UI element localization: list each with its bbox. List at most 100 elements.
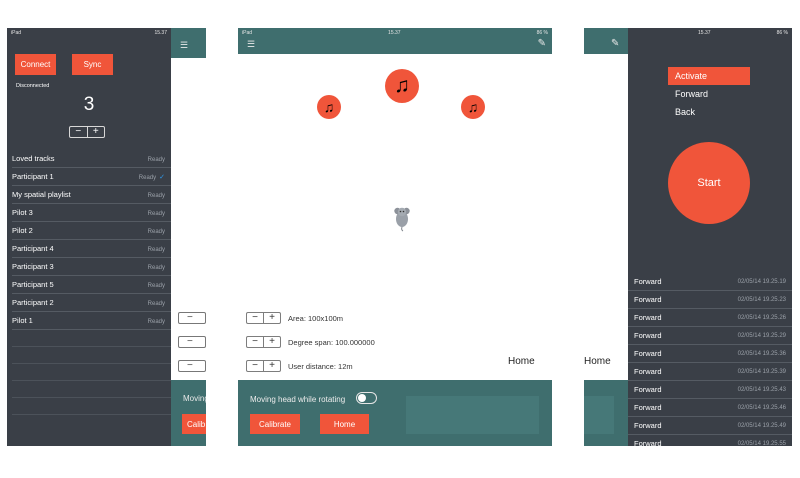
playlist-state: Ready xyxy=(147,301,165,307)
music-note-icon[interactable]: ♫ xyxy=(461,95,485,119)
increment-button[interactable]: + xyxy=(86,127,105,137)
screenshot-collage: iPad 15.37 Connect Sync Disconnected 3 −… xyxy=(0,0,800,478)
controller-screen: ✎ Home 15.37 86 % Activate Forward Back … xyxy=(584,28,792,446)
empty-row xyxy=(12,330,171,347)
degree-stepper[interactable]: − xyxy=(178,336,206,348)
area-control: − + Area: 100x100m xyxy=(246,311,343,325)
menu-item-back[interactable]: Back xyxy=(668,103,750,121)
log-row: Forward 02/05/14 19.25.55 xyxy=(628,435,792,446)
connection-status: Disconnected xyxy=(16,83,50,89)
log-timestamp: 02/05/14 19.25.55 xyxy=(737,440,786,447)
distance-control: − + User distance: 12m xyxy=(246,359,353,373)
log-row: Forward 02/05/14 19.25.26 xyxy=(628,309,792,327)
list-item[interactable]: Participant 4 Ready xyxy=(12,240,171,258)
playlist-state: Ready xyxy=(147,283,165,289)
playlist-state: Ready xyxy=(147,211,165,217)
log-action: Forward xyxy=(634,403,662,412)
sidebar: iPad 15.37 Connect Sync Disconnected 3 −… xyxy=(7,28,171,446)
clock-label: 15.37 xyxy=(154,30,167,36)
playlist-name: Participant 1 xyxy=(12,172,54,181)
home-link[interactable]: Home xyxy=(584,356,611,367)
log-action: Forward xyxy=(634,349,662,358)
empty-row xyxy=(12,398,171,415)
hamburger-icon[interactable]: ☰ xyxy=(247,39,255,50)
empty-row xyxy=(12,364,171,381)
music-note-icon[interactable]: ♫ xyxy=(317,95,341,119)
playlist-state: Ready xyxy=(147,193,165,199)
calibrate-button[interactable]: Calibrate xyxy=(250,414,300,434)
playlist-state-group: Ready ✓ xyxy=(139,172,165,181)
count-stepper[interactable]: − + xyxy=(69,126,105,138)
toggle-label: Moving xyxy=(183,394,206,403)
list-item[interactable]: Participant 3 Ready xyxy=(12,258,171,276)
participant-count: 3 xyxy=(83,94,95,115)
playlist-state-group: Ready xyxy=(148,316,165,325)
playlist-name: Pilot 1 xyxy=(12,316,33,325)
playlist-state: Ready xyxy=(138,175,157,181)
status-bar: iPad 15.37 86 % xyxy=(238,28,552,38)
detail-header: ☰ xyxy=(171,28,206,58)
area-stepper[interactable]: − xyxy=(178,312,206,324)
log-row: Forward 02/05/14 19.25.29 xyxy=(628,327,792,345)
home-link[interactable]: Home xyxy=(508,356,535,367)
menu-item-activate[interactable]: Activate xyxy=(668,67,750,85)
empty-row xyxy=(12,381,171,398)
start-button[interactable]: Start xyxy=(668,142,750,224)
sync-button[interactable]: Sync xyxy=(72,54,113,75)
playlist-state: Ready xyxy=(147,247,165,253)
command-panel: 15.37 86 % Activate Forward Back Start F… xyxy=(628,28,792,446)
mouse-avatar-icon[interactable] xyxy=(391,202,413,232)
control-footer: Moving head while rotating Calibrate Hom… xyxy=(238,380,552,446)
navigation-bar: iPad 15.37 86 % ☰ ✎ xyxy=(238,28,552,54)
toggle-label: Moving head while rotating xyxy=(250,395,346,404)
list-item[interactable]: Pilot 2 Ready xyxy=(12,222,171,240)
info-box xyxy=(406,396,539,434)
playlist-name: My spatial playlist xyxy=(12,190,71,199)
hamburger-icon[interactable]: ☰ xyxy=(180,40,188,51)
decrement-button[interactable]: − xyxy=(70,127,87,137)
compose-icon[interactable]: ✎ xyxy=(611,38,619,49)
list-item[interactable]: My spatial playlist Ready xyxy=(12,186,171,204)
log-timestamp: 02/05/14 19.25.43 xyxy=(737,386,786,393)
playlist-name: Loved tracks xyxy=(12,154,55,163)
distance-stepper[interactable]: − + xyxy=(246,360,281,372)
compose-icon[interactable]: ✎ xyxy=(538,38,546,49)
playlist-state: Ready xyxy=(147,229,165,235)
home-button[interactable]: Home xyxy=(320,414,369,434)
battery-label: 86 % xyxy=(536,30,548,36)
connect-button[interactable]: Connect xyxy=(15,54,56,75)
menu-item-forward[interactable]: Forward xyxy=(668,85,750,103)
distance-label: User distance: 12m xyxy=(288,361,353,371)
playlist-state-group: Ready xyxy=(148,154,165,163)
playlist-name: Pilot 2 xyxy=(12,226,33,235)
calibrate-button[interactable]: Calib xyxy=(182,414,206,434)
degree-stepper[interactable]: − + xyxy=(246,336,281,348)
list-item[interactable]: Participant 5 Ready xyxy=(12,276,171,294)
degree-control: − + Degree span: 100.000000 xyxy=(246,335,375,349)
carrier-label: iPad xyxy=(242,30,253,36)
distance-stepper[interactable]: − xyxy=(178,360,206,372)
log-timestamp: 02/05/14 19.25.49 xyxy=(737,422,786,429)
list-item[interactable]: Pilot 3 Ready xyxy=(12,204,171,222)
music-note-icon[interactable]: ♫ xyxy=(385,69,419,103)
clock-label: 15.37 xyxy=(388,30,401,36)
log-timestamp: 02/05/14 19.25.23 xyxy=(737,296,786,303)
log-timestamp: 02/05/14 19.25.39 xyxy=(737,368,786,375)
list-item[interactable]: Participant 2 Ready xyxy=(12,294,171,312)
playlist-state-group: Ready xyxy=(148,244,165,253)
list-item[interactable]: Participant 1 Ready ✓ xyxy=(12,168,171,186)
area-stepper[interactable]: − + xyxy=(246,312,281,324)
detail-footer: Moving Calib xyxy=(171,380,206,446)
clock-label: 15.37 xyxy=(698,30,711,36)
degree-label: Degree span: 100.000000 xyxy=(288,337,375,347)
log-timestamp: 02/05/14 19.25.29 xyxy=(737,332,786,339)
moving-head-toggle[interactable] xyxy=(356,392,377,404)
playlist-state-group: Ready xyxy=(148,262,165,271)
log-row: Forward 02/05/14 19.25.19 xyxy=(628,273,792,291)
log-row: Forward 02/05/14 19.25.46 xyxy=(628,399,792,417)
log-timestamp: 02/05/14 19.25.46 xyxy=(737,404,786,411)
area-label: Area: 100x100m xyxy=(288,313,344,323)
list-item[interactable]: Loved tracks Ready xyxy=(12,150,171,168)
list-item[interactable]: Pilot 1 Ready xyxy=(12,312,171,330)
log-action: Forward xyxy=(634,331,662,340)
